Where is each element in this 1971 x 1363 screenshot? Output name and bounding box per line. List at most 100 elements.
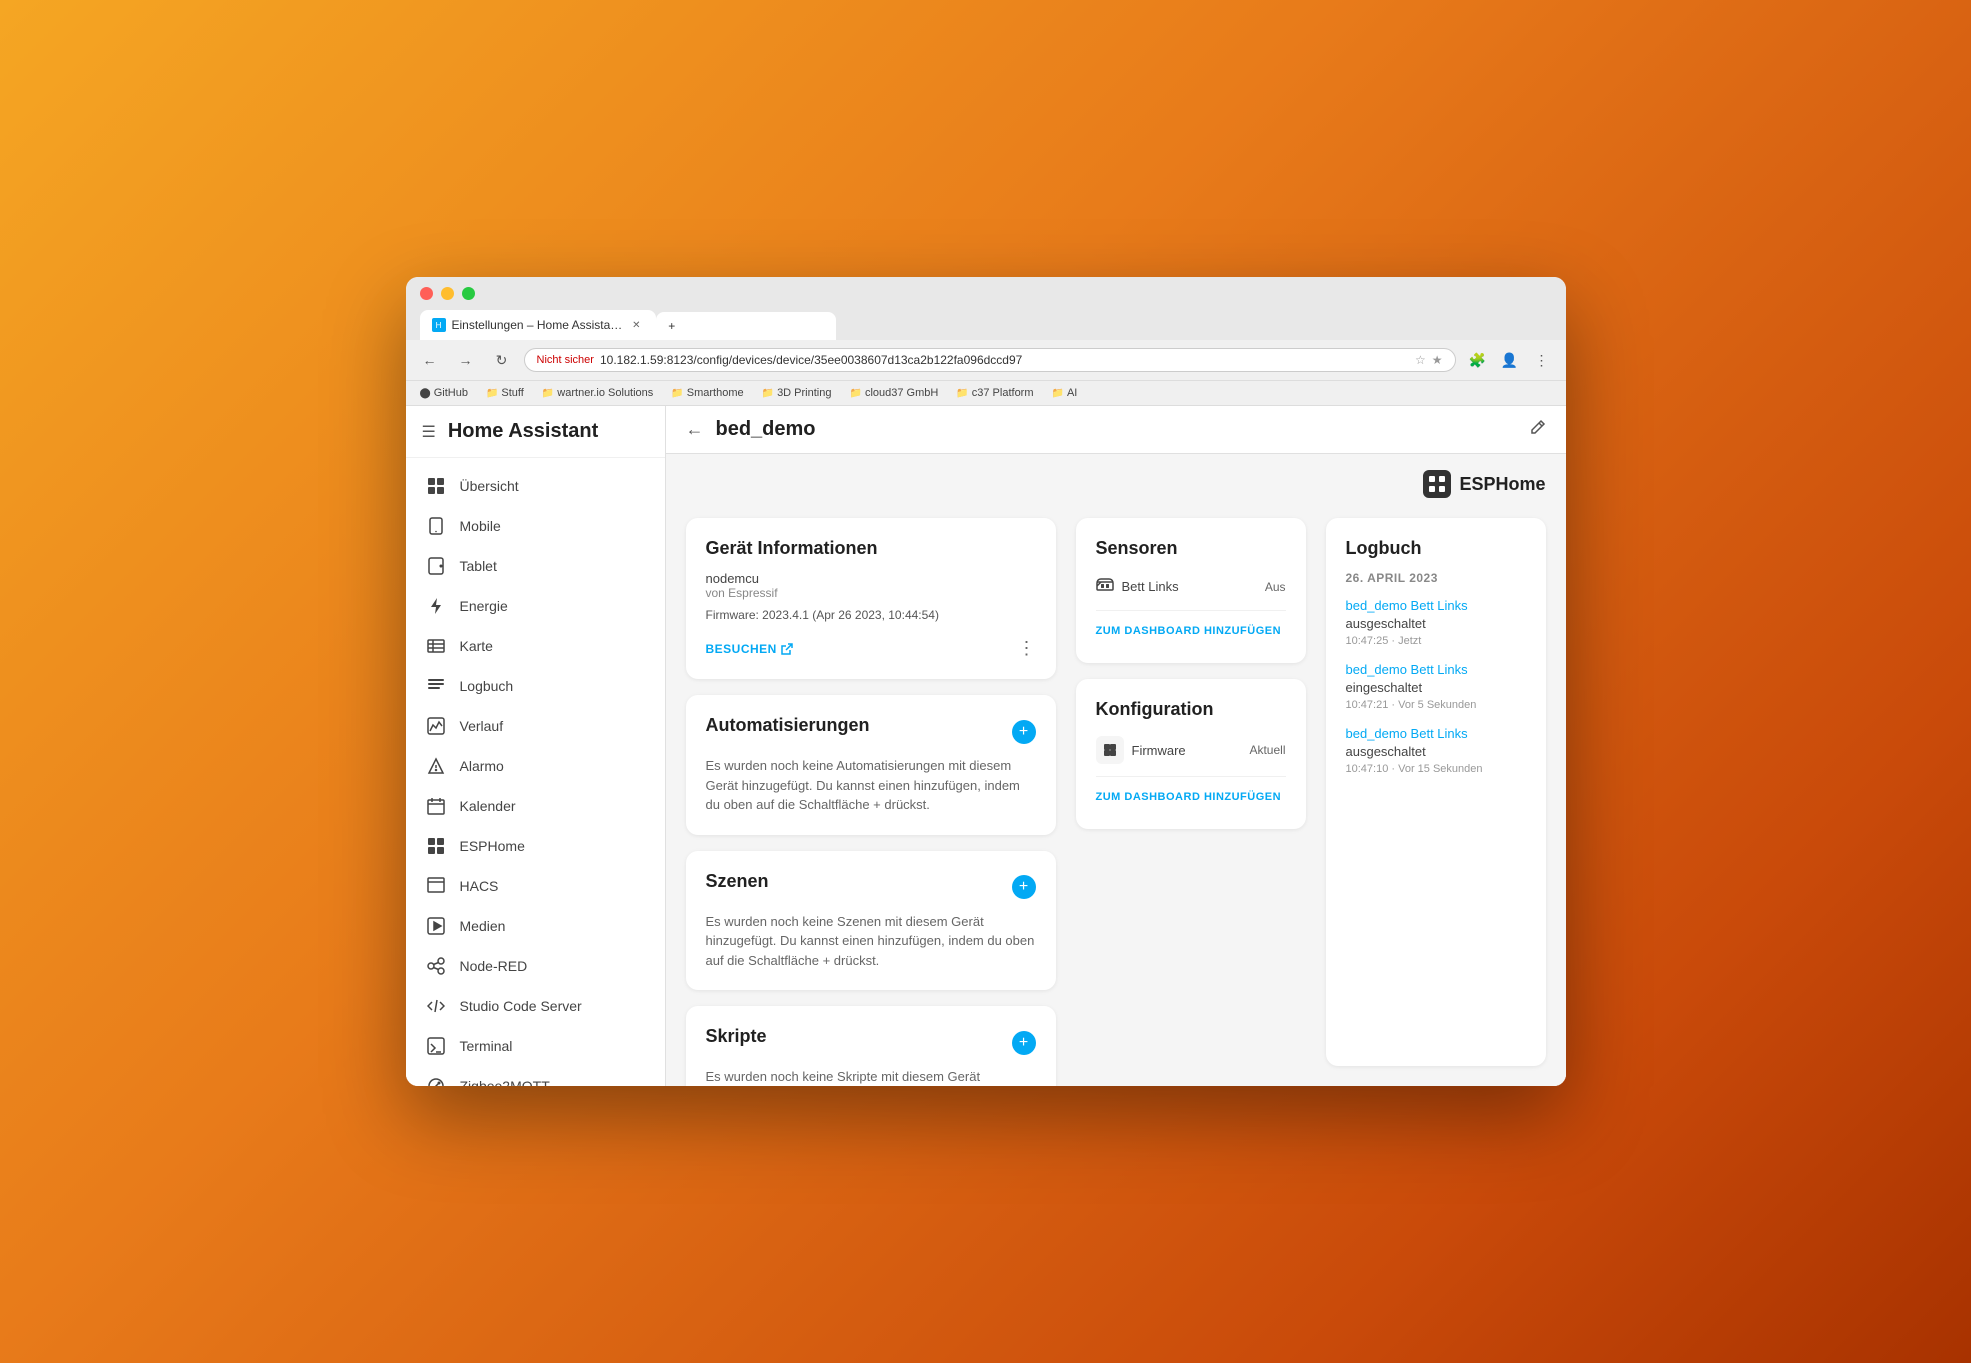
- extensions-button[interactable]: 🧩: [1464, 346, 1492, 374]
- log-action-text-3: ausgeschaltet: [1346, 744, 1426, 759]
- skripte-header: Skripte +: [706, 1026, 1036, 1059]
- sidebar-item-energie[interactable]: Energie: [410, 586, 661, 626]
- sensor-row-bett-links: Bett Links Aus: [1096, 571, 1286, 602]
- sidebar-item-alarmo[interactable]: Alarmo: [410, 746, 661, 786]
- bookmark-cloud37-label: cloud37 GmbH: [865, 387, 938, 399]
- uebersicht-icon: [426, 476, 446, 496]
- main-content: ← bed_demo ESPHome: [666, 406, 1566, 1086]
- log-entry-2: bed_demo Bett Links eingeschaltet 10:47:…: [1346, 661, 1526, 711]
- automatisierungen-title: Automatisierungen: [706, 715, 870, 736]
- traffic-lights: [420, 287, 1552, 310]
- app-container: ☰ Home Assistant Übersicht Mobile: [406, 406, 1566, 1086]
- bookmark-smarthome[interactable]: 📁 Smarthome: [667, 385, 747, 401]
- esphome-brand: ESPHome: [1423, 470, 1545, 498]
- active-tab[interactable]: H Einstellungen – Home Assista… ✕: [420, 310, 657, 340]
- sidebar-nav: Übersicht Mobile Tablet: [406, 458, 665, 1086]
- sidebar-item-verlauf[interactable]: Verlauf: [410, 706, 661, 746]
- menu-icon[interactable]: ☰: [422, 422, 436, 442]
- log-link-3[interactable]: bed_demo Bett Links: [1346, 726, 1468, 741]
- esphome-brand-label: ESPHome: [1459, 474, 1545, 495]
- sidebar-item-uebersicht[interactable]: Übersicht: [410, 466, 661, 506]
- bookmark-github-label: GitHub: [434, 387, 468, 399]
- maximize-button[interactable]: [462, 287, 475, 300]
- folder-icon-4: 📁: [762, 388, 774, 399]
- config-row-firmware: Firmware Aktuell: [1096, 732, 1286, 768]
- close-button[interactable]: [420, 287, 433, 300]
- toolbar-icons: 🧩 👤 ⋮: [1464, 346, 1556, 374]
- sidebar-item-karte[interactable]: Karte: [410, 626, 661, 666]
- log-time-1: 10:47:25 · Jetzt: [1346, 635, 1526, 647]
- log-entry-1: bed_demo Bett Links ausgeschaltet 10:47:…: [1346, 597, 1526, 647]
- sidebar-item-node-red[interactable]: Node-RED: [410, 946, 661, 986]
- sensor-dashboard-button[interactable]: ZUM DASHBOARD HINZUFÜGEN: [1096, 619, 1286, 643]
- bookmark-github[interactable]: ⬤ GitHub: [416, 385, 472, 401]
- folder-icon-3: 📁: [671, 388, 683, 399]
- sidebar-item-kalender[interactable]: Kalender: [410, 786, 661, 826]
- device-info-card: Gerät Informationen nodemcu von Espressi…: [686, 518, 1056, 679]
- tablet-label: Tablet: [460, 558, 497, 574]
- address-bar[interactable]: Nicht sicher 10.182.1.59:8123/config/dev…: [524, 348, 1456, 372]
- add-szene-button[interactable]: +: [1012, 875, 1036, 899]
- config-dashboard-button[interactable]: ZUM DASHBOARD HINZUFÜGEN: [1096, 785, 1286, 809]
- content-header-left: ← bed_demo: [686, 418, 816, 441]
- zigbee-label: Zigbee2MQTT: [460, 1078, 550, 1086]
- device-info-actions: BESUCHEN ⋮: [706, 638, 1036, 659]
- browser-tabs: H Einstellungen – Home Assista… ✕ +: [420, 310, 1552, 340]
- medien-icon: [426, 916, 446, 936]
- konfiguration-title: Konfiguration: [1096, 699, 1286, 720]
- sidebar-item-terminal[interactable]: Terminal: [410, 1026, 661, 1066]
- sensoren-title: Sensoren: [1096, 538, 1286, 559]
- profile-button[interactable]: 👤: [1496, 346, 1524, 374]
- log-link-1[interactable]: bed_demo Bett Links: [1346, 598, 1468, 613]
- back-nav-button[interactable]: ←: [416, 346, 444, 374]
- sidebar-item-esphome[interactable]: ESPHome: [410, 826, 661, 866]
- bookmark-ai[interactable]: 📁 AI: [1048, 385, 1082, 401]
- automatisierungen-header: Automatisierungen +: [706, 715, 1036, 748]
- esphome-nav-icon: [426, 836, 446, 856]
- mobile-label: Mobile: [460, 518, 501, 534]
- log-link-2[interactable]: bed_demo Bett Links: [1346, 662, 1468, 677]
- sensoren-card: Sensoren Bett Links Aus ZUM DASHBOAR: [1076, 518, 1306, 663]
- hacs-icon: [426, 876, 446, 896]
- forward-nav-button[interactable]: →: [452, 346, 480, 374]
- sidebar-item-tablet[interactable]: Tablet: [410, 546, 661, 586]
- node-red-icon: [426, 956, 446, 976]
- log-action-text-2: eingeschaltet: [1346, 680, 1423, 695]
- minimize-button[interactable]: [441, 287, 454, 300]
- add-automatisierung-button[interactable]: +: [1012, 720, 1036, 744]
- terminal-icon: [426, 1036, 446, 1056]
- sidebar-title: Home Assistant: [448, 420, 598, 443]
- visit-button[interactable]: BESUCHEN: [706, 642, 793, 656]
- sensor-icon: [1096, 577, 1114, 596]
- terminal-label: Terminal: [460, 1038, 513, 1054]
- sidebar-item-medien[interactable]: Medien: [410, 906, 661, 946]
- sidebar-item-logbuch[interactable]: Logbuch: [410, 666, 661, 706]
- sidebar-item-zigbee[interactable]: Zigbee2MQTT: [410, 1066, 661, 1086]
- bookmark-cloud37[interactable]: 📁 cloud37 GmbH: [845, 385, 942, 401]
- sidebar-item-mobile[interactable]: Mobile: [410, 506, 661, 546]
- device-info-title: Gerät Informationen: [706, 538, 1036, 559]
- reload-button[interactable]: ↻: [488, 346, 516, 374]
- studio-code-label: Studio Code Server: [460, 998, 582, 1014]
- bookmark-wartner[interactable]: 📁 wartner.io Solutions: [538, 385, 657, 401]
- szenen-card: Szenen + Es wurden noch keine Szenen mit…: [686, 851, 1056, 991]
- back-button[interactable]: ←: [686, 419, 704, 440]
- add-skript-button[interactable]: +: [1012, 1031, 1036, 1055]
- tab-close-button[interactable]: ✕: [628, 317, 644, 333]
- sidebar-item-hacs[interactable]: HACS: [410, 866, 661, 906]
- bookmark-smarthome-label: Smarthome: [687, 387, 744, 399]
- bookmark-printing[interactable]: 📁 3D Printing: [758, 385, 836, 401]
- firmware-status: Aktuell: [1249, 743, 1285, 757]
- browser-titlebar: H Einstellungen – Home Assista… ✕ +: [406, 277, 1566, 340]
- sidebar-item-studio-code[interactable]: Studio Code Server: [410, 986, 661, 1026]
- more-options-button[interactable]: ⋮: [1528, 346, 1556, 374]
- bookmark-stuff[interactable]: 📁 Stuff: [482, 385, 528, 401]
- log-entry-3: bed_demo Bett Links ausgeschaltet 10:47:…: [1346, 725, 1526, 775]
- folder-icon-5: 📁: [849, 388, 861, 399]
- more-options-device[interactable]: ⋮: [1018, 638, 1036, 659]
- edit-button[interactable]: [1530, 419, 1546, 440]
- folder-icon-6: 📁: [956, 388, 968, 399]
- logbuch-title: Logbuch: [1346, 538, 1526, 559]
- new-tab-button[interactable]: +: [656, 312, 836, 340]
- bookmark-c37[interactable]: 📁 c37 Platform: [952, 385, 1037, 401]
